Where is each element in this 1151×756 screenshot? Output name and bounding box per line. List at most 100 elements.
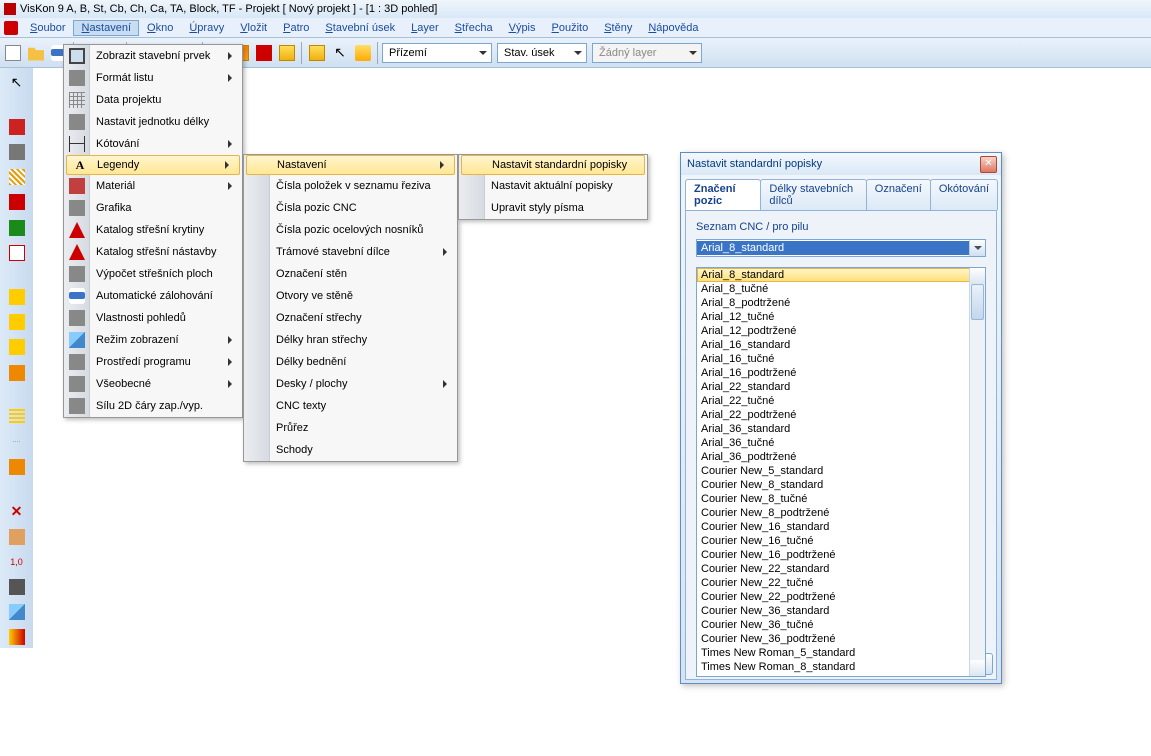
tool-icon[interactable]: [6, 167, 28, 188]
menu-stavební úsek[interactable]: Stavební úsek: [317, 20, 403, 36]
tool-icon[interactable]: [6, 577, 28, 598]
font-option[interactable]: Courier New_36_podtržené: [697, 632, 985, 646]
tool-yellow-4[interactable]: [306, 42, 328, 64]
tool-icon[interactable]: [6, 627, 28, 648]
menu-item[interactable]: Označení stěn: [244, 263, 457, 285]
menu-item[interactable]: Sílu 2D čáry zap./vyp.: [64, 395, 242, 417]
font-option[interactable]: Arial_22_tučné: [697, 394, 985, 408]
menu-item[interactable]: Výpočet střešních ploch: [64, 263, 242, 285]
menu-item[interactable]: Upravit styly písma: [459, 197, 647, 219]
open-file-button[interactable]: [25, 42, 47, 64]
font-option[interactable]: Times New Roman_8_tučné: [697, 674, 985, 676]
pointer-icon[interactable]: ↖: [6, 72, 28, 93]
font-option[interactable]: Times New Roman_5_standard: [697, 646, 985, 660]
menu-výpis[interactable]: Výpis: [501, 20, 544, 36]
menu-item[interactable]: Automatické zálohování: [64, 285, 242, 307]
tool-icon[interactable]: [6, 116, 28, 137]
tool-icon[interactable]: [6, 287, 28, 308]
menu-item[interactable]: Označení střechy: [244, 307, 457, 329]
delete-icon[interactable]: ✕: [6, 501, 28, 522]
menu-item[interactable]: Všeobecné: [64, 373, 242, 395]
menu-item[interactable]: Čísla položek v seznamu řeziva: [244, 175, 457, 197]
menu-item[interactable]: Trámové stavební dílce: [244, 241, 457, 263]
font-option[interactable]: Courier New_16_standard: [697, 520, 985, 534]
tab-0[interactable]: Značení pozic: [685, 179, 761, 210]
floor-combo[interactable]: Přízemí: [382, 43, 492, 63]
menu-item[interactable]: Formát listu: [64, 67, 242, 89]
scroll-up-icon[interactable]: [970, 268, 985, 284]
line-icon[interactable]: ····: [6, 432, 28, 453]
close-button[interactable]: ✕: [980, 156, 997, 173]
menu-item[interactable]: Čísla pozic CNC: [244, 197, 457, 219]
pointer-tool[interactable]: ↖: [329, 42, 351, 64]
menu-item[interactable]: Čísla pozic ocelových nosníků: [244, 219, 457, 241]
menu-item[interactable]: Režim zobrazení: [64, 329, 242, 351]
font-option[interactable]: Arial_16_tučné: [697, 352, 985, 366]
scrollbar[interactable]: [969, 268, 985, 676]
menu-item[interactable]: Prostředí programu: [64, 351, 242, 373]
font-options-listbox[interactable]: Arial_8_standardArial_8_tučnéArial_8_pod…: [696, 267, 986, 677]
menu-vložit[interactable]: Vložit: [232, 20, 275, 36]
font-option[interactable]: Courier New_22_standard: [697, 562, 985, 576]
font-option[interactable]: Arial_12_tučné: [697, 310, 985, 324]
menu-item[interactable]: Kótování: [64, 133, 242, 155]
font-option[interactable]: Courier New_16_tučné: [697, 534, 985, 548]
font-option[interactable]: Arial_22_standard: [697, 380, 985, 394]
menu-úpravy[interactable]: Úpravy: [181, 20, 232, 36]
menu-item[interactable]: Zobrazit stavební prvek: [64, 45, 242, 67]
menu-item[interactable]: Nastavit standardní popisky: [461, 155, 645, 175]
tab-3[interactable]: Okótování: [930, 179, 998, 210]
tool-icon[interactable]: [6, 362, 28, 383]
tool-icon[interactable]: [6, 337, 28, 358]
tool-yellow-3[interactable]: [276, 42, 298, 64]
tool-icon[interactable]: [6, 312, 28, 333]
menu-patro[interactable]: Patro: [275, 20, 317, 36]
dropdown-arrow-icon[interactable]: [969, 240, 985, 256]
menu-item[interactable]: Nastavit aktuální popisky: [459, 175, 647, 197]
layers-button[interactable]: [352, 42, 374, 64]
tool-icon[interactable]: [6, 142, 28, 163]
menu-item[interactable]: Nastavení: [246, 155, 455, 175]
menu-nastavení[interactable]: Nastavení: [73, 20, 139, 36]
menu-stěny[interactable]: Stěny: [596, 20, 640, 36]
font-option[interactable]: Courier New_36_standard: [697, 604, 985, 618]
font-option[interactable]: Arial_8_standard: [697, 268, 985, 282]
font-option[interactable]: Courier New_8_standard: [697, 478, 985, 492]
scroll-down-icon[interactable]: [970, 660, 985, 676]
menu-item[interactable]: Desky / plochy: [244, 373, 457, 395]
tool-icon[interactable]: [6, 217, 28, 238]
font-option[interactable]: Arial_22_podtržené: [697, 408, 985, 422]
font-option[interactable]: Courier New_36_tučné: [697, 618, 985, 632]
layer-combo[interactable]: Žádný layer: [592, 43, 702, 63]
menu-item[interactable]: Data projektu: [64, 89, 242, 111]
menu-item[interactable]: CNC texty: [244, 395, 457, 417]
dim-icon[interactable]: 1,0: [6, 551, 28, 572]
font-combo[interactable]: Arial_8_standard: [696, 239, 986, 257]
font-option[interactable]: Courier New_22_tučné: [697, 576, 985, 590]
tool-icon[interactable]: [6, 602, 28, 623]
menu-item[interactable]: Otvory ve stěně: [244, 285, 457, 307]
tool-icon[interactable]: [6, 457, 28, 478]
font-option[interactable]: Courier New_5_standard: [697, 464, 985, 478]
menu-item[interactable]: Materiál: [64, 175, 242, 197]
tool-red[interactable]: [253, 42, 275, 64]
font-option[interactable]: Courier New_16_podtržené: [697, 548, 985, 562]
menu-item[interactable]: Schody: [244, 439, 457, 461]
font-option[interactable]: Courier New_8_podtržené: [697, 506, 985, 520]
menu-item[interactable]: Vlastnosti pohledů: [64, 307, 242, 329]
font-option[interactable]: Courier New_22_podtržené: [697, 590, 985, 604]
section-combo[interactable]: Stav. úsek: [497, 43, 587, 63]
menu-item[interactable]: Délky bednění: [244, 351, 457, 373]
font-option[interactable]: Arial_16_standard: [697, 338, 985, 352]
menu-item[interactable]: Grafika: [64, 197, 242, 219]
menu-item[interactable]: Délky hran střechy: [244, 329, 457, 351]
font-option[interactable]: Arial_8_podtržené: [697, 296, 985, 310]
font-option[interactable]: Arial_12_podtržené: [697, 324, 985, 338]
menu-item[interactable]: Průřez: [244, 417, 457, 439]
scroll-thumb[interactable]: [971, 284, 984, 320]
font-option[interactable]: Arial_36_tučné: [697, 436, 985, 450]
font-option[interactable]: Arial_8_tučné: [697, 282, 985, 296]
menu-layer[interactable]: Layer: [403, 20, 447, 36]
menu-nápověda[interactable]: Nápověda: [640, 20, 706, 36]
dialog-titlebar[interactable]: Nastavit standardní popisky ✕: [681, 153, 1001, 175]
